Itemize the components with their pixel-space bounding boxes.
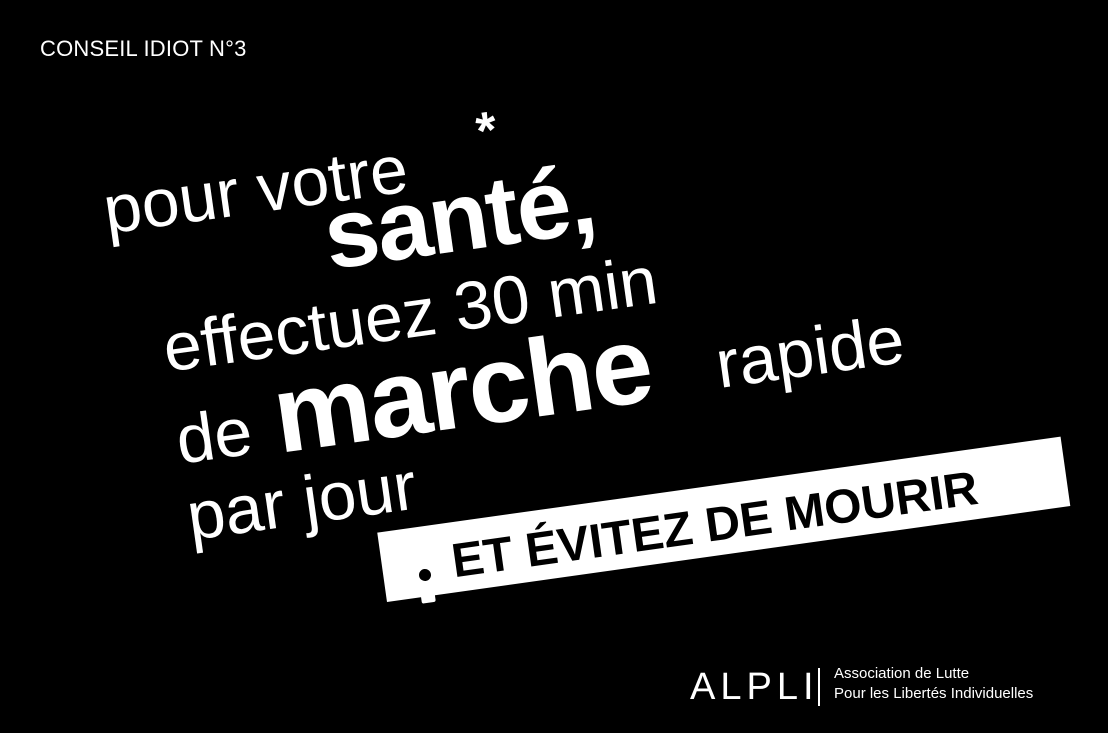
slogan-line-4-prefix: de <box>171 392 257 479</box>
association-line-2: Pour les Libertés Individuelles <box>834 685 1034 702</box>
association-name: Association de Lutte Pour les Libertés I… <box>834 664 1033 704</box>
top-label: CONSEIL IDIOT N°3 <box>40 36 247 61</box>
slogan-line-4-suffix: rapide <box>711 301 909 403</box>
footer-divider <box>818 668 820 706</box>
asterisk-mark: * <box>472 100 501 162</box>
asterisk-icon <box>391 541 459 609</box>
alpli-logo: ALPLI <box>690 666 819 708</box>
association-line-1: Association de Lutte <box>834 665 970 682</box>
poster: CONSEIL IDIOT N°3 pour votre * santé, ef… <box>0 0 1108 733</box>
